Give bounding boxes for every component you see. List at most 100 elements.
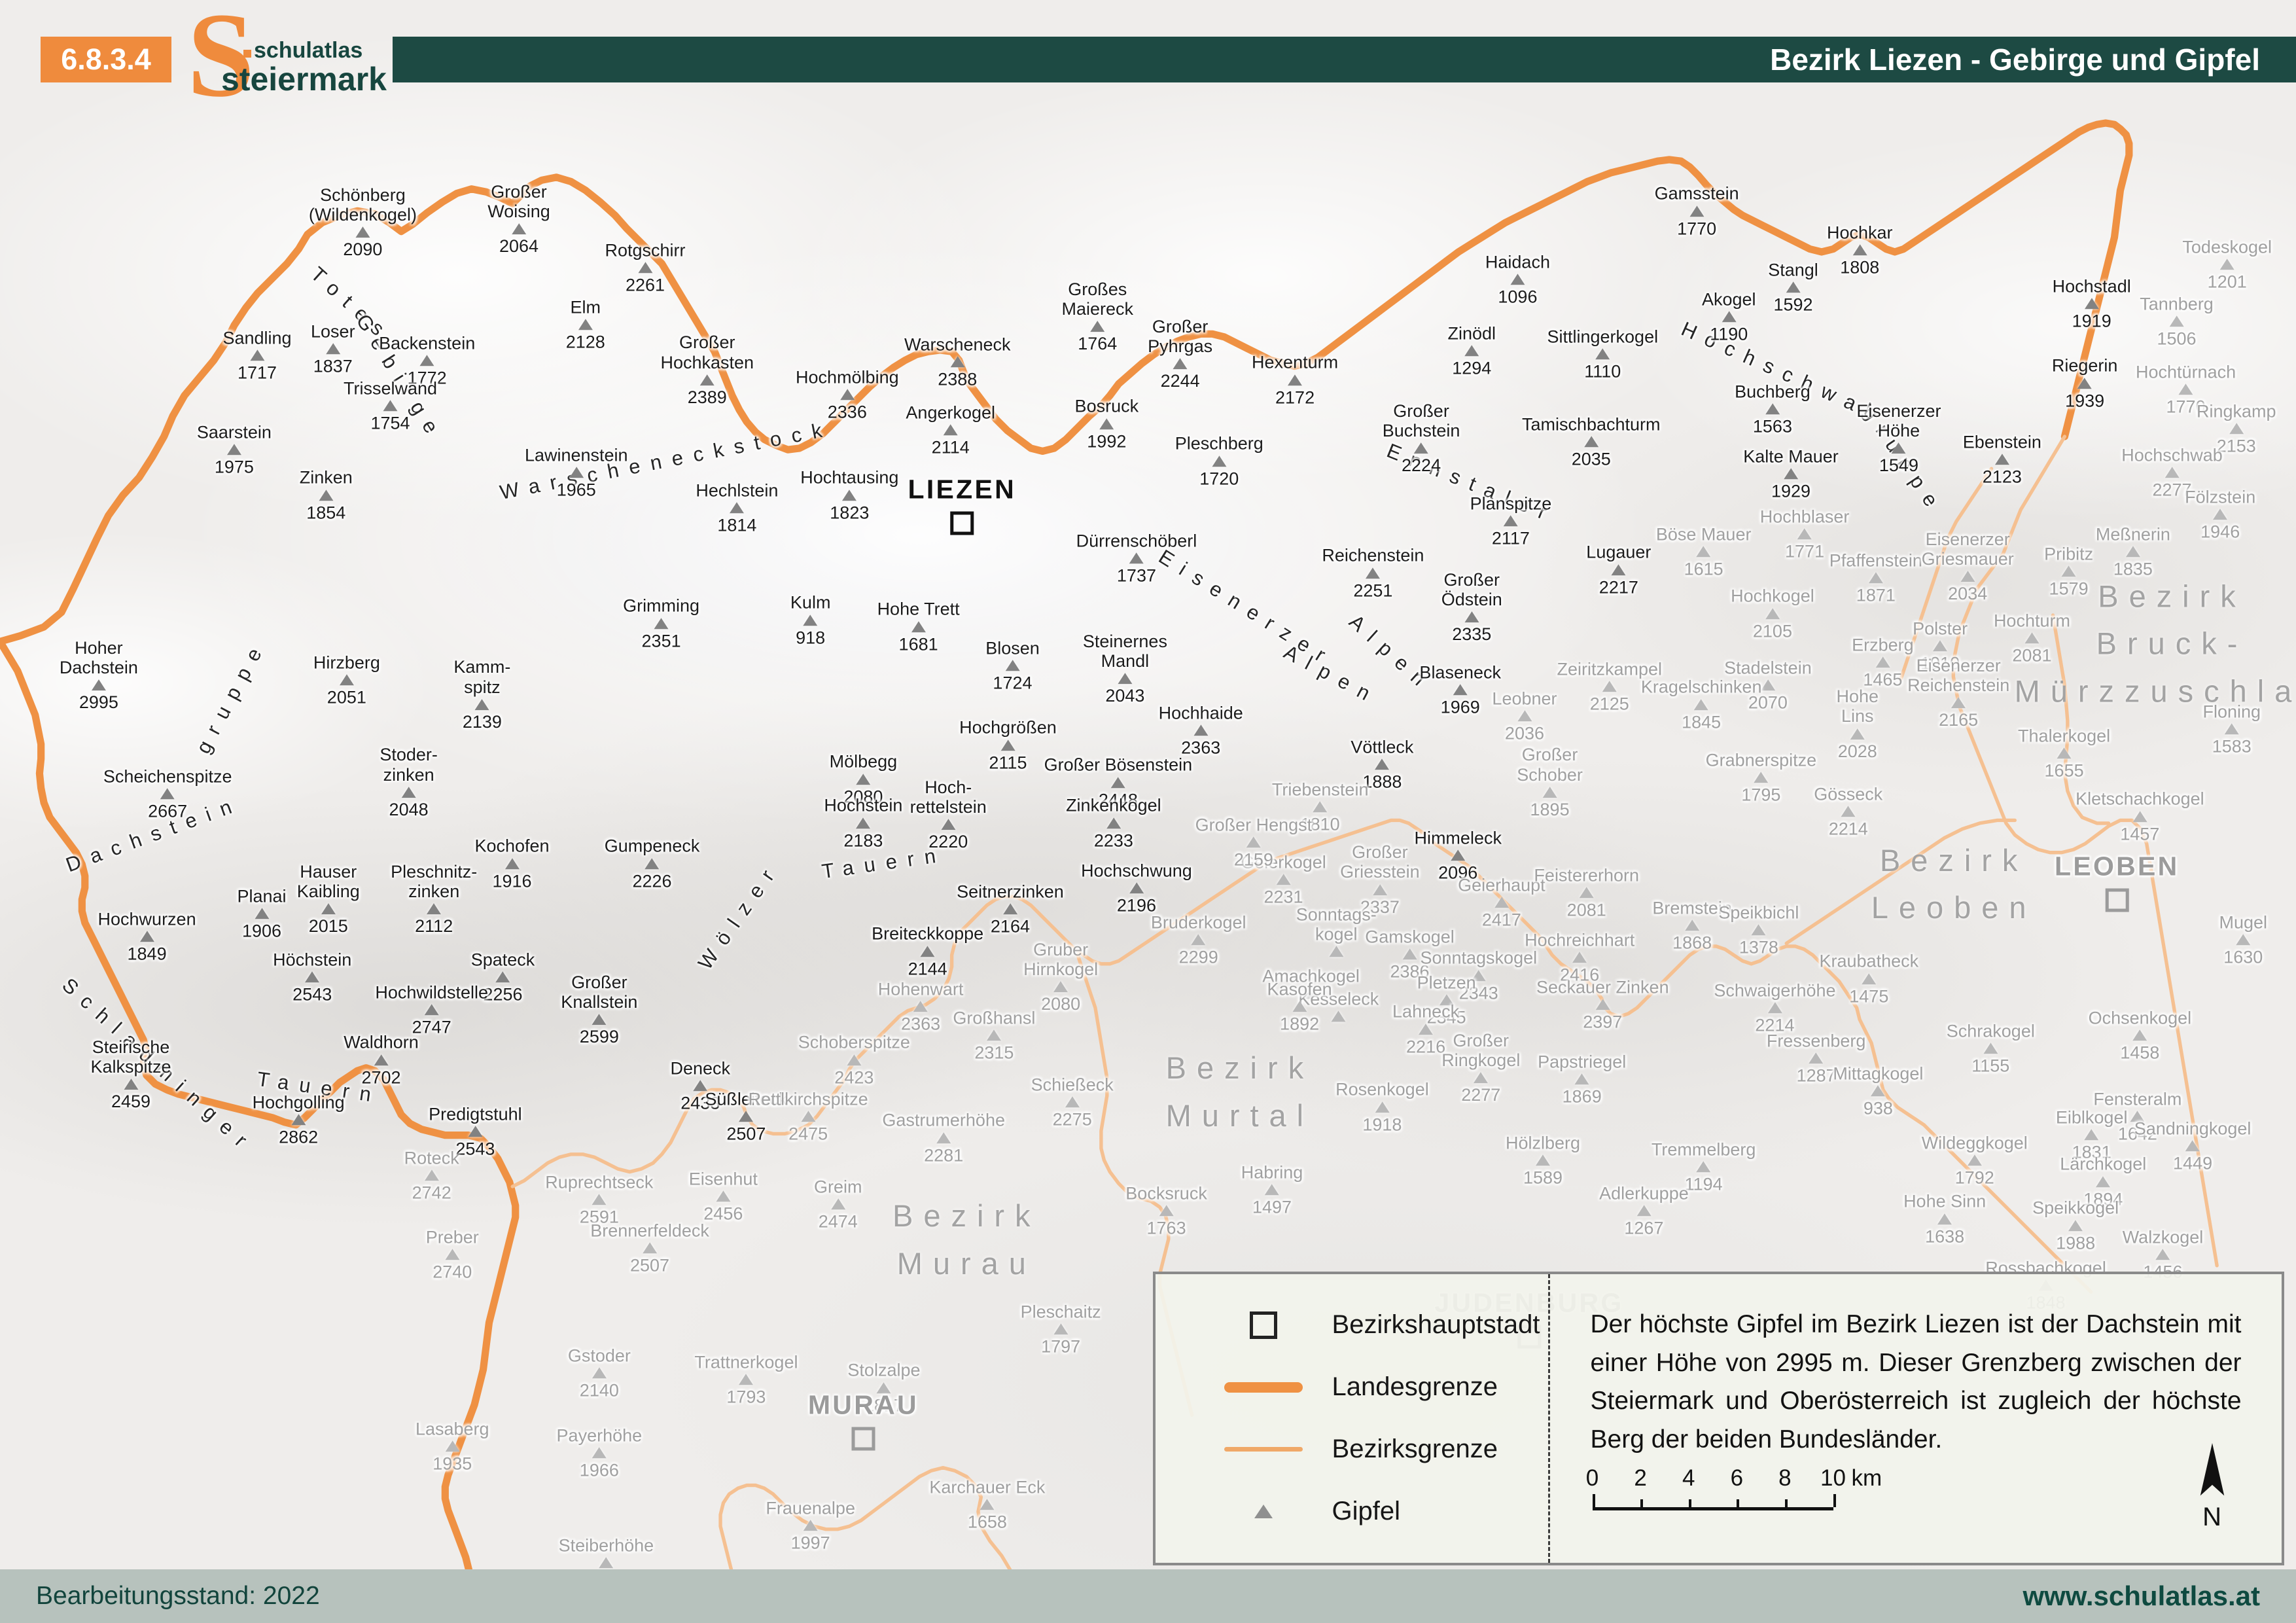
peak-elevation: 2035: [1572, 449, 1611, 469]
peak-name: Hölzlberg: [1506, 1133, 1580, 1152]
peak-elevation: 1792: [1955, 1168, 1994, 1188]
peak-triangle-icon: [505, 858, 520, 869]
peak-triangle-icon: [1960, 571, 1975, 582]
peak-triangle-icon: [856, 774, 870, 785]
peak: Großer Pyhrgas2244: [1148, 317, 1212, 391]
legend-divider: [1548, 1274, 1550, 1563]
peak: Pleschnitz- zinken2112: [391, 862, 477, 936]
peak: Dürrenschöberl1737: [1076, 531, 1197, 585]
peak-name: Loser: [311, 321, 355, 341]
peak-triangle-icon: [402, 787, 416, 798]
peak-triangle-icon: [1951, 698, 1966, 709]
peak: Planspitze2117: [1470, 493, 1552, 548]
peak: Zinkenkogel2233: [1066, 796, 1161, 850]
peak: Grabnerspitze1795: [1706, 750, 1817, 804]
city-label: MURAU: [808, 1390, 919, 1451]
peak-name: Sandningkogel: [2134, 1118, 2252, 1138]
peak-name: Schwaigerhöhe: [1714, 980, 1835, 1000]
peak-elevation: 1638: [1925, 1226, 1964, 1246]
peak-elevation: 2363: [901, 1014, 940, 1033]
peak-name: Trisselwand: [344, 378, 437, 398]
peak-triangle-icon: [1212, 455, 1226, 467]
peak: Großer Ringkogel2277: [1441, 1031, 1520, 1105]
peak-name: Fölzstein: [2185, 487, 2255, 507]
peak-name: Sittlingerkogel: [1547, 327, 1658, 346]
peak: Blaseneck1969: [1419, 662, 1501, 717]
peak-triangle-icon: [2132, 1030, 2147, 1041]
peak-name: Hochwildstelle: [375, 982, 488, 1002]
peak-name: Waldhorn: [344, 1033, 419, 1052]
peak-elevation: 1506: [2157, 329, 2196, 349]
peak-triangle-icon: [921, 946, 935, 957]
peak-name: Todeskogel: [2182, 238, 2272, 257]
peak-triangle-icon: [842, 490, 857, 501]
map-title: Bezirk Liezen - Gebirge und Gipfel: [1770, 42, 2260, 77]
peak-triangle-icon: [1572, 952, 1587, 963]
peak-elevation: 2475: [788, 1124, 828, 1144]
peak-triangle-icon: [700, 374, 715, 385]
peak-triangle-icon: [475, 699, 489, 710]
peak: Kochofen1916: [474, 836, 549, 891]
peak-elevation: 2233: [1094, 830, 1133, 850]
peak: Thalerkogel1655: [2018, 726, 2110, 780]
peak-elevation: 2474: [819, 1212, 858, 1232]
peak-name: Großer Ringkogel: [1441, 1031, 1520, 1070]
peak-name: Floning: [2202, 702, 2261, 721]
peak-triangle-icon: [1192, 934, 1206, 945]
peak: Sittlingerkogel1110: [1547, 327, 1658, 381]
peak-name: Großer Griesstein: [1340, 842, 1420, 882]
peak: Hochschwung2196: [1081, 861, 1192, 915]
peak-name: Großer Schober: [1517, 745, 1583, 785]
peak-triangle-icon: [291, 1115, 306, 1126]
north-arrow-icon: [2198, 1443, 2227, 1498]
peak-triangle-icon: [1246, 837, 1261, 848]
peak-elevation: 1592: [1773, 294, 1812, 314]
peak: Gumpeneck2226: [605, 836, 700, 891]
peak-name: Hochreichhart: [1525, 930, 1634, 950]
peak-name: Schoberspitze: [798, 1033, 910, 1052]
peak-name: Rettlkirchspitze: [749, 1090, 868, 1109]
peak-name: Lasaberg: [415, 1419, 489, 1438]
peak-elevation: 1929: [1771, 482, 1810, 501]
peak: Gösseck2214: [1814, 784, 1882, 838]
peak: Hochkogel2105: [1731, 586, 1814, 641]
peak-name: Schrakogel: [1947, 1021, 2035, 1041]
peak-name: Kletschachkogel: [2075, 789, 2204, 809]
peak-elevation: 1895: [1530, 800, 1570, 819]
peak-triangle-icon: [374, 1054, 388, 1065]
peak-triangle-icon: [425, 1169, 439, 1181]
peak-triangle-icon: [1636, 1205, 1651, 1217]
scale-ruler-tick: [1785, 1499, 1788, 1507]
peak-elevation: 2667: [148, 801, 187, 821]
peak-triangle-icon: [1419, 1024, 1433, 1035]
peak-elevation: 1201: [2208, 272, 2247, 292]
website-link[interactable]: www.schulatlas.at: [2022, 1580, 2260, 1612]
legend-symbol-wrap: [1214, 1311, 1313, 1339]
peak-triangle-icon: [1329, 946, 1343, 957]
peak-elevation: 1868: [1672, 933, 1712, 952]
peak: Hochstein2183: [824, 796, 902, 850]
peak-name: Hochschwung: [1081, 861, 1192, 880]
peak-name: Lahneck: [1392, 1002, 1459, 1022]
peak-name: Zinödl: [1447, 323, 1496, 343]
peak-triangle-icon: [1366, 567, 1380, 579]
peak-triangle-icon: [1852, 244, 1867, 255]
peak-elevation: 1724: [993, 673, 1032, 692]
peak-elevation: 1378: [1739, 938, 1778, 957]
peak-triangle-icon: [1767, 1003, 1782, 1014]
peak-triangle-icon: [592, 1368, 607, 1379]
peak-triangle-icon: [1106, 817, 1121, 829]
peak-triangle-icon: [340, 675, 354, 686]
peak-elevation: 2081: [2012, 645, 2051, 665]
scale-tick-label: 10: [1820, 1465, 1846, 1491]
peak-triangle-icon: [2179, 384, 2193, 395]
peak-name: Mugel: [2219, 912, 2268, 932]
peak-name: Vöttleck: [1351, 737, 1413, 757]
peak-name: Seitnerzinken: [957, 882, 1064, 901]
map-code: 6.8.3.4: [61, 43, 151, 77]
peak-elevation: 1583: [2212, 736, 2252, 756]
peak-name: Lawinenstein: [525, 445, 628, 465]
scale-ruler-tick: [1593, 1494, 1595, 1507]
peak: Hochtausing1823: [800, 468, 898, 522]
peak: Tamischbachturm2035: [1522, 414, 1661, 469]
